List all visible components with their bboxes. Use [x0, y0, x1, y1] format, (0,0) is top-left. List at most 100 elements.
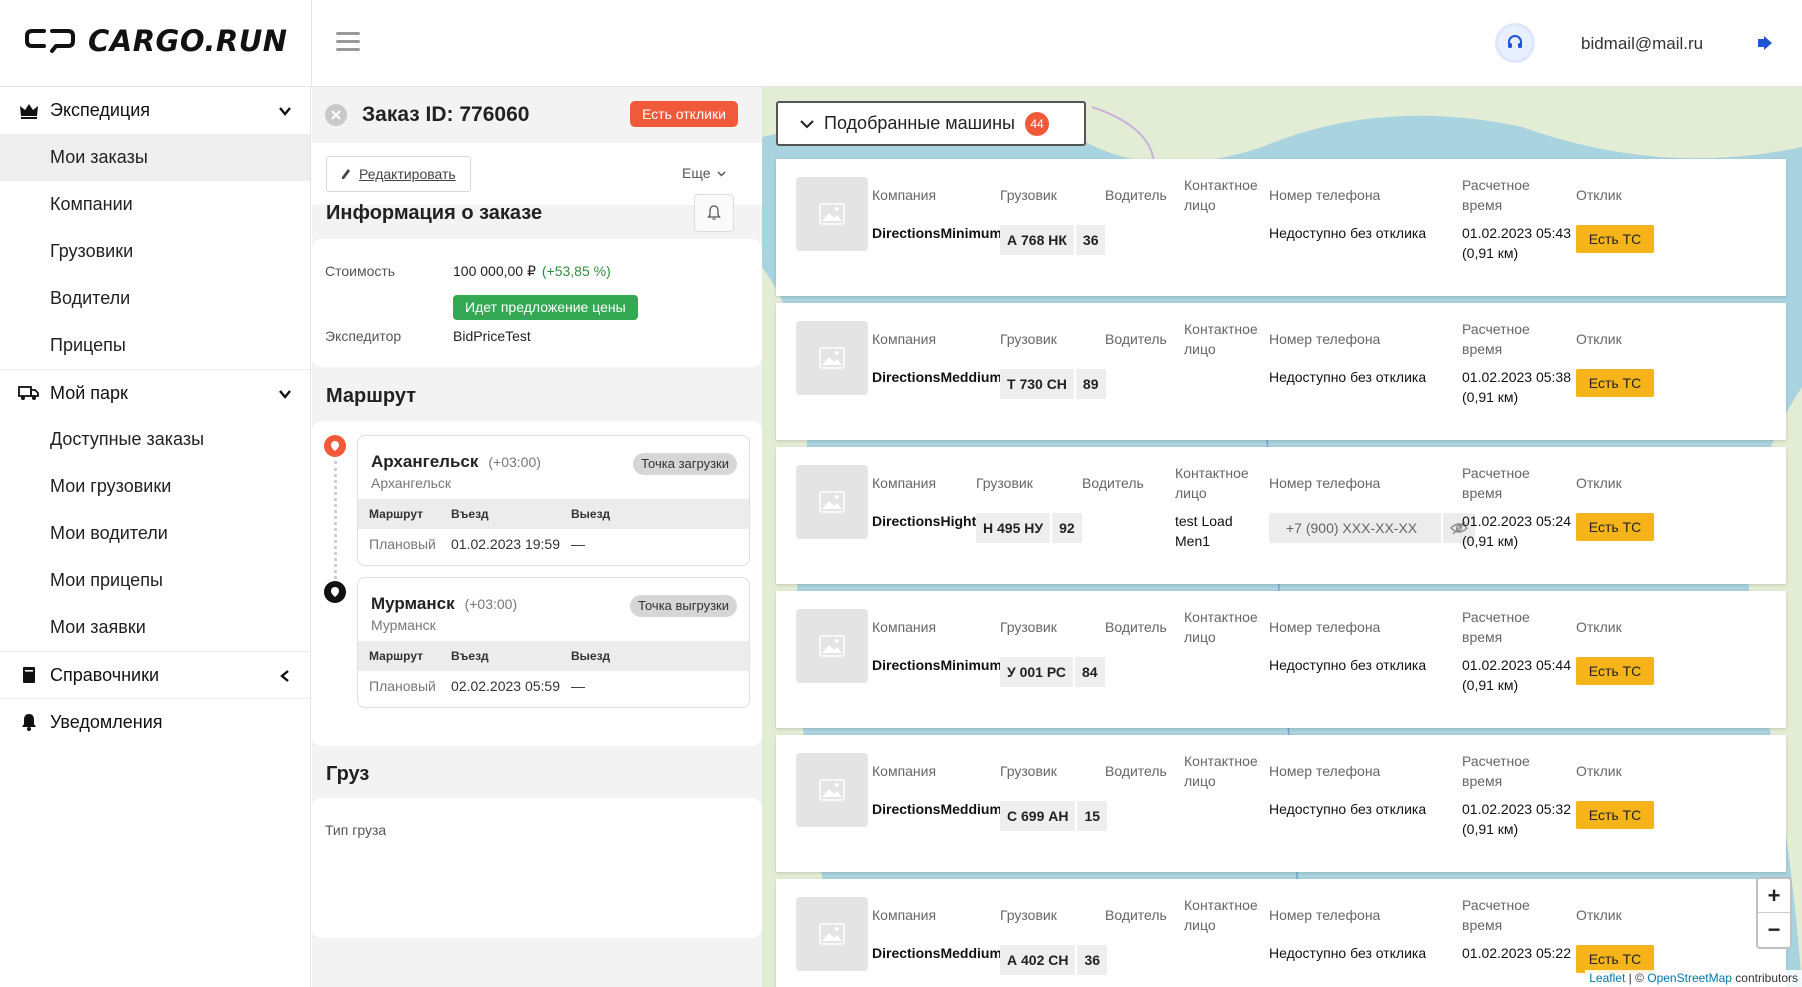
company-value: DirectionsHight — [872, 513, 977, 529]
image-placeholder-icon — [796, 465, 868, 539]
has-vehicle-button[interactable]: Есть ТС — [1576, 513, 1654, 541]
has-vehicle-button[interactable]: Есть ТС — [1576, 225, 1654, 253]
stop-table-row: Плановый 01.02.2023 19:59 — — [369, 536, 585, 552]
eta-value: 01.02.2023 05:22 — [1462, 945, 1571, 961]
contact-label: Контактное лицо — [1175, 465, 1249, 501]
eta-label: Расчетное время — [1462, 177, 1530, 213]
edit-button[interactable]: Редактировать — [326, 156, 471, 192]
has-vehicle-button[interactable]: Есть ТС — [1576, 801, 1654, 829]
image-placeholder-icon — [796, 897, 868, 971]
stop-type-badge: Точка выгрузки — [630, 595, 737, 617]
price-diff: (+53,85 %) — [541, 263, 611, 279]
cargo-title: Груз — [326, 763, 370, 785]
sidebar-item-my-orders[interactable]: Мои заказы — [0, 134, 310, 181]
matched-car-card[interactable]: Компания Грузовик Водитель Контактное лицо Но… — [776, 735, 1786, 872]
company-value: DirectionsMinimum — [872, 657, 1002, 673]
matched-cars-toggle[interactable]: Подобранные машины 44 — [776, 101, 1086, 146]
stop-type-badge: Точка загрузки — [633, 453, 737, 475]
truck-plate: А 402 СН 36 — [1000, 945, 1108, 975]
sidebar-group-expedition[interactable]: Экспедиция — [0, 87, 310, 134]
chevron-down-icon — [800, 119, 814, 128]
matched-cars-count: 44 — [1025, 111, 1049, 136]
company-label: Компания — [872, 619, 937, 635]
matched-car-card[interactable]: Компания Грузовик Водитель Контактное лицо Но… — [776, 591, 1786, 728]
sidebar-item-trailers[interactable]: Прицепы — [0, 322, 310, 369]
map-area[interactable]: Подобранные машины 44 Компания Грузовик Во… — [762, 87, 1802, 987]
order-title: Заказ ID: 776060 — [362, 103, 530, 126]
osm-link[interactable]: OpenStreetMap — [1647, 971, 1732, 985]
sidebar-item-available-orders[interactable]: Доступные заказы — [0, 416, 310, 463]
truck-label: Грузовик — [1000, 187, 1057, 203]
eta-label: Расчетное время — [1462, 897, 1530, 933]
stop-table-header: Маршрут Въезд Выезд — [358, 499, 749, 529]
sidebar-group-label: Мой парк — [50, 382, 128, 403]
close-icon[interactable] — [325, 104, 347, 126]
zoom-in-button[interactable]: + — [1758, 879, 1790, 913]
logout-icon[interactable] — [1756, 34, 1774, 57]
eta-label: Расчетное время — [1462, 321, 1530, 357]
stop-table-header: Маршрут Въезд Выезд — [358, 641, 749, 671]
sidebar-group-label: Уведомления — [50, 711, 163, 732]
sidebar-nav: Экспедиция Мои заказы Компании Грузовики… — [0, 87, 311, 987]
company-value: DirectionsMeddium — [872, 945, 1002, 961]
contact-label: Контактное лицо — [1184, 609, 1258, 645]
dropoff-pin-icon — [324, 581, 346, 603]
logo[interactable]: CARGO.RUN — [24, 24, 288, 58]
menu-toggle-icon[interactable] — [336, 32, 360, 52]
driver-label: Водитель — [1105, 619, 1167, 635]
company-value: DirectionsMeddium — [872, 369, 1002, 385]
zoom-out-button[interactable]: − — [1758, 913, 1790, 947]
chevron-down-icon — [278, 385, 292, 406]
book-icon — [18, 664, 40, 686]
support-icon[interactable] — [1498, 26, 1532, 60]
response-label: Отклик — [1576, 187, 1622, 203]
bell-outline-icon — [707, 205, 721, 220]
matched-car-card[interactable]: Компания Грузовик Водитель Контактное лицо Но… — [776, 303, 1786, 440]
truck-plate: У 001 РС 84 — [1000, 657, 1105, 687]
sidebar-item-my-trucks[interactable]: Мои грузовики — [0, 463, 310, 510]
truck-label: Грузовик — [1000, 907, 1057, 923]
cargo-section: Тип груза — [312, 798, 762, 938]
sidebar-item-my-trailers[interactable]: Мои прицепы — [0, 557, 310, 604]
sidebar-item-drivers[interactable]: Водители — [0, 275, 310, 322]
stop-city: Мурманск (+03:00) — [371, 594, 518, 613]
company-value: DirectionsMinimum — [872, 225, 1002, 241]
has-vehicle-button[interactable]: Есть ТС — [1576, 657, 1654, 685]
cargo-type-label: Тип груза — [325, 822, 387, 838]
contact-label: Контактное лицо — [1184, 897, 1258, 933]
sidebar-group-my-fleet[interactable]: Мой парк — [0, 369, 310, 416]
response-label: Отклик — [1576, 763, 1622, 779]
price-value: 100 000,00 ₽ (+53,85 %) — [453, 263, 611, 279]
matched-car-card[interactable]: Компания Грузовик Водитель Контактное лицо Но… — [776, 159, 1786, 296]
phone-value: Недоступно без отклика — [1269, 801, 1427, 817]
notify-button[interactable] — [694, 194, 734, 232]
has-vehicle-button[interactable]: Есть ТС — [1576, 945, 1654, 973]
matched-car-card[interactable]: Компания Грузовик Водитель Контактное лицо Но… — [776, 447, 1786, 584]
more-dropdown[interactable]: Еще — [682, 165, 726, 181]
user-email[interactable]: bidmail@mail.ru — [1581, 34, 1703, 54]
bell-icon — [18, 711, 40, 733]
company-label: Компания — [872, 475, 937, 491]
sidebar-item-companies[interactable]: Компании — [0, 181, 310, 228]
response-label: Отклик — [1576, 907, 1622, 923]
responses-badge[interactable]: Есть отклики — [630, 101, 738, 127]
truck-icon — [18, 382, 40, 404]
contact-label: Контактное лицо — [1184, 321, 1258, 357]
driver-label: Водитель — [1082, 475, 1144, 491]
matched-cars-title: Подобранные машины — [824, 113, 1015, 133]
has-vehicle-button[interactable]: Есть ТС — [1576, 369, 1654, 397]
sidebar-item-trucks[interactable]: Грузовики — [0, 228, 310, 275]
zoom-control: + − — [1756, 877, 1792, 949]
route-stop-card: Архангельск (+03:00) Архангельск Точка за… — [357, 435, 750, 566]
sidebar-group-directories[interactable]: Справочники — [0, 651, 310, 698]
sidebar-item-my-requests[interactable]: Мои заявки — [0, 604, 310, 651]
sidebar-group-notifications[interactable]: Уведомления — [0, 698, 310, 745]
phone-value: Недоступно без отклика — [1269, 225, 1427, 241]
stop-subtitle: Мурманск — [371, 617, 436, 633]
leaflet-link[interactable]: Leaflet — [1589, 971, 1625, 985]
order-info-title: Информация о заказе — [326, 202, 543, 224]
sidebar-item-my-drivers[interactable]: Мои водители — [0, 510, 310, 557]
crown-icon — [18, 100, 40, 122]
truck-label: Грузовик — [976, 475, 1033, 491]
eta-value: 01.02.2023 05:24 (0,91 км) — [1462, 513, 1571, 549]
